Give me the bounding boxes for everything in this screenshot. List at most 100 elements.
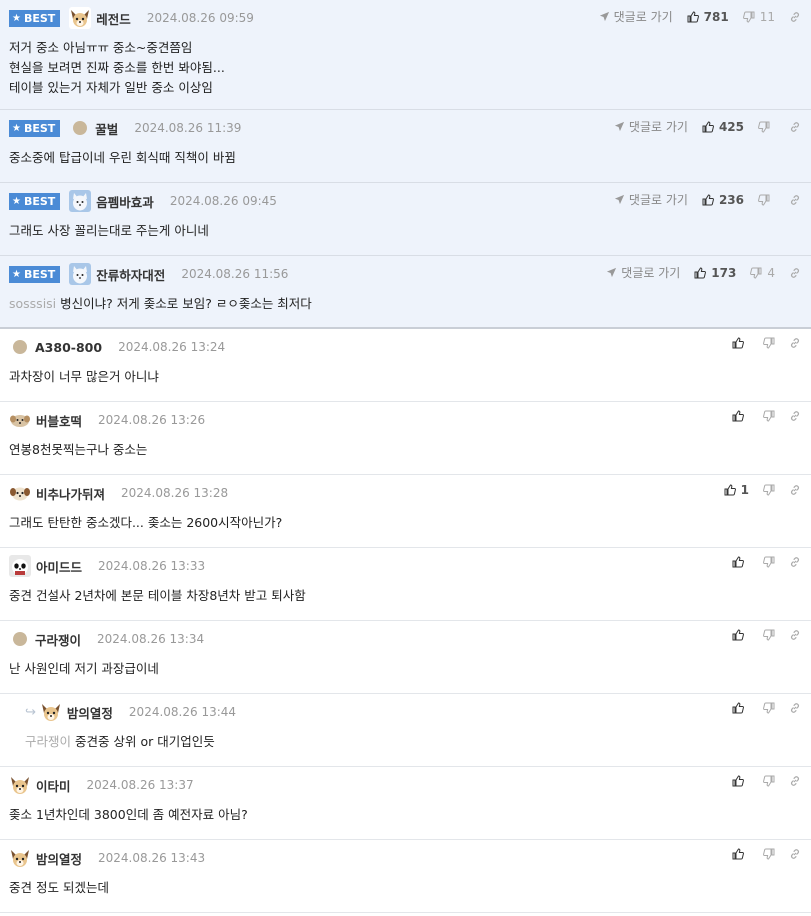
comment-meta: 버블호떡 2024.08.26 13:26 [9, 402, 811, 438]
link-button[interactable] [789, 267, 801, 279]
thumbs-up-icon [732, 410, 744, 422]
comment-body: 중소중에 탑급이네 우린 회식때 직책이 바뀜 [9, 150, 236, 165]
comment-meta: A380-800 2024.08.26 13:24 [9, 329, 811, 365]
upvote-button[interactable] [732, 848, 749, 860]
upvote-button[interactable]: 173 [694, 266, 736, 280]
puppy-icon[interactable] [9, 482, 31, 504]
go-to-comment-link[interactable]: 댓글로 가기 [614, 118, 688, 135]
downvote-button[interactable] [763, 337, 775, 349]
link-button[interactable] [789, 121, 801, 133]
upvote-button[interactable] [732, 702, 749, 714]
send-icon [599, 11, 609, 22]
go-to-comment-link[interactable]: 댓글로 가기 [599, 8, 673, 25]
nickname[interactable]: 아미드드 [36, 557, 82, 576]
best-badge: ★ BEST [9, 192, 61, 210]
comment-actions: 댓글로 가기 236 [614, 191, 801, 208]
comment-body: 저거 중소 아님ㅠㅠ 중소~중견쯤임 현실을 보려면 진짜 중소를 한번 봐야됨… [9, 40, 225, 95]
link-button[interactable] [789, 556, 801, 568]
dog-icon[interactable] [9, 774, 31, 796]
thumbs-down-icon [763, 702, 775, 714]
downvote-button[interactable] [763, 556, 775, 568]
nickname[interactable]: 레전드 [96, 9, 131, 28]
link-icon [791, 11, 799, 22]
comment-actions: 1 [710, 483, 801, 497]
reply-arrow-icon: ↪ [25, 704, 36, 720]
nickname[interactable]: A380-800 [35, 340, 102, 355]
comment-actions [718, 702, 801, 714]
link-icon [791, 776, 799, 786]
downvote-button[interactable]: 11 [742, 10, 775, 24]
comment-date: 2024.08.26 13:26 [98, 413, 206, 427]
thumbs-up-icon [732, 337, 744, 349]
dog-icon[interactable] [39, 701, 62, 723]
downvote-button[interactable] [758, 121, 775, 133]
dog-icon[interactable] [69, 7, 92, 29]
link-button[interactable] [789, 848, 801, 860]
upvote-button[interactable]: 425 [702, 120, 744, 134]
link-icon [791, 485, 799, 495]
nickname[interactable]: 밤의열정 [67, 703, 113, 722]
upvote-button[interactable] [732, 337, 749, 349]
dot-icon[interactable] [13, 340, 27, 354]
nickname[interactable]: 음펨바효과 [96, 192, 154, 211]
upvote-button[interactable]: 781 [687, 10, 729, 24]
panda-icon[interactable] [9, 555, 31, 577]
comment-body: 그래도 사장 꼴리는대로 주는게 아니네 [9, 223, 209, 238]
dog-icon[interactable] [9, 847, 31, 869]
nickname[interactable]: 버블호떡 [36, 411, 82, 430]
go-to-comment-link[interactable]: 댓글로 가기 [614, 191, 688, 208]
thumbs-down-icon [763, 410, 775, 422]
comment-actions [718, 629, 801, 641]
fox-icon[interactable] [69, 190, 92, 212]
downvote-button[interactable] [763, 629, 775, 641]
dot-icon[interactable] [73, 121, 88, 135]
downvote-button[interactable] [763, 702, 775, 714]
upvote-button[interactable]: 1 [724, 483, 749, 497]
nickname[interactable]: 밤의열정 [36, 849, 82, 868]
comment-meta: 구라쟁이 2024.08.26 13:34 [9, 621, 811, 657]
thumbs-down-icon [763, 484, 775, 496]
go-to-comment-link[interactable]: 댓글로 가기 [606, 264, 680, 281]
comment-date: 2024.08.26 13:37 [86, 778, 194, 792]
upvote-button[interactable] [732, 629, 749, 641]
best-comment: ★ BEST 꿀벌 2024.08.26 11:39 중소중에 탑급이네 우린 회… [0, 110, 811, 183]
comment-actions: 댓글로 가기 173 4 [606, 264, 801, 281]
thumbs-down-icon [758, 194, 770, 206]
upvote-button[interactable]: 236 [702, 193, 744, 207]
downvote-button[interactable] [763, 410, 775, 422]
link-button[interactable] [789, 629, 801, 641]
nickname[interactable]: 비추나가뒤져 [36, 484, 105, 503]
upvote-button[interactable] [732, 410, 749, 422]
upvote-button[interactable] [732, 775, 749, 787]
upvote-count: 173 [711, 265, 737, 280]
upvote-count: 1 [740, 483, 749, 497]
upvote-button[interactable] [732, 556, 749, 568]
nickname[interactable]: 이타미 [36, 776, 71, 795]
link-button[interactable] [789, 337, 801, 349]
comment-meta: ↪ 밤의열정 2024.08.26 13:44 [25, 694, 811, 730]
nickname[interactable]: 구라쟁이 [35, 630, 81, 649]
downvote-button[interactable] [763, 484, 775, 496]
thumbs-up-icon [732, 556, 744, 568]
comment-body: 중견 정도 되겠는데 [9, 880, 109, 895]
mention[interactable]: 구라쟁이 [25, 734, 71, 749]
link-button[interactable] [789, 702, 801, 714]
best-comment: ★ BEST 레전드 2024.08.26 09:59 저거 중소 아님ㅠㅠ 중소… [0, 0, 811, 110]
downvote-button[interactable]: 4 [750, 266, 775, 280]
puppy-icon[interactable] [9, 409, 31, 431]
link-icon [791, 849, 799, 859]
dot-icon[interactable] [13, 632, 27, 646]
downvote-button[interactable] [758, 194, 775, 206]
link-button[interactable] [789, 410, 801, 422]
nickname[interactable]: 꿀벌 [95, 119, 118, 138]
comment: 비추나가뒤져 2024.08.26 13:28 그래도 탄탄한 중소겠다... … [0, 475, 811, 548]
link-button[interactable] [789, 775, 801, 787]
mention[interactable]: sosssisi [9, 296, 56, 311]
downvote-button[interactable] [763, 848, 775, 860]
fox-icon[interactable] [69, 263, 92, 285]
link-button[interactable] [789, 484, 801, 496]
link-button[interactable] [789, 194, 801, 206]
link-button[interactable] [789, 11, 801, 23]
downvote-button[interactable] [763, 775, 775, 787]
nickname[interactable]: 잔류하자대전 [96, 265, 165, 284]
